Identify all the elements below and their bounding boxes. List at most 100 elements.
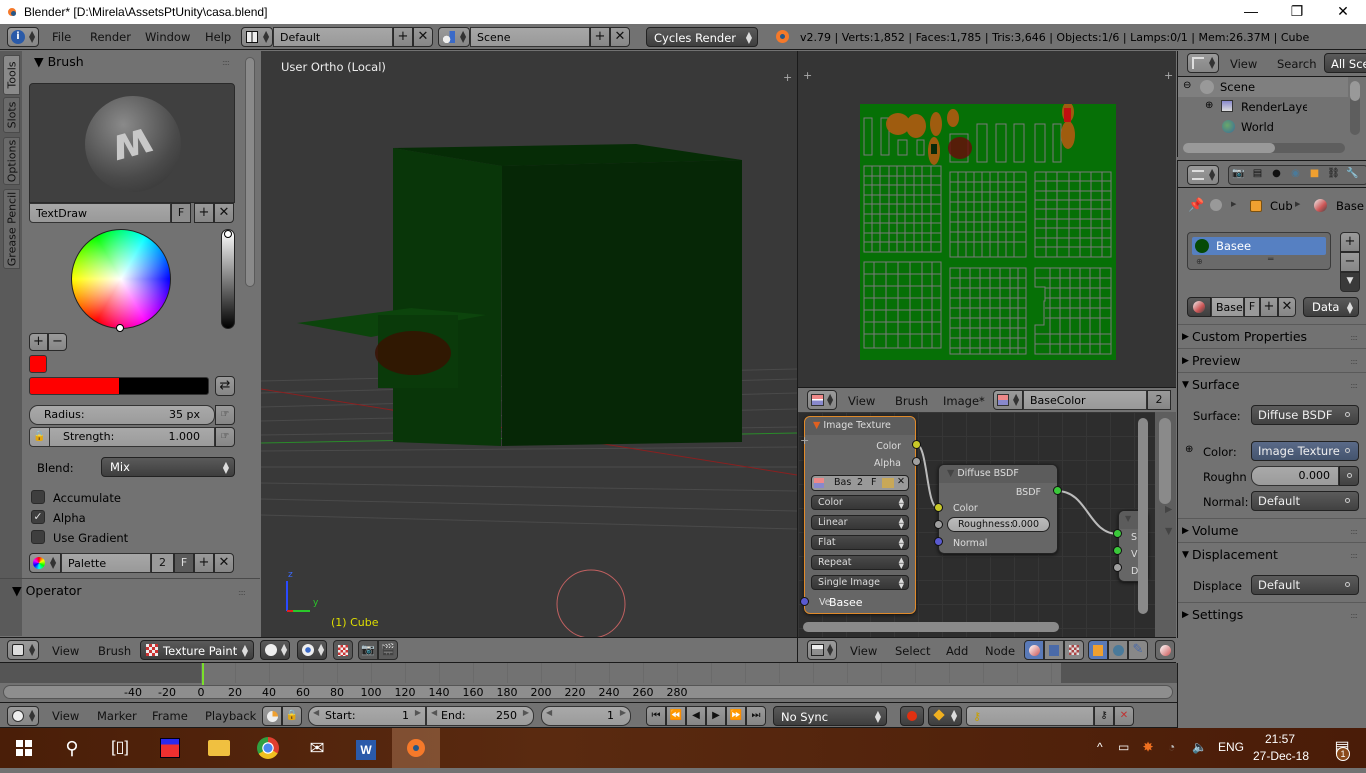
start-frame-field[interactable]: ◀ Start: 1 ▶ bbox=[308, 706, 426, 726]
auto-keying-record-button[interactable] bbox=[900, 706, 924, 726]
collapse-scene-icon[interactable]: ⊖ bbox=[1183, 80, 1191, 91]
timeline[interactable]: -40 -20 0 20 40 60 80 100 120 140 160 180 200 220 240 2… bbox=[0, 663, 1177, 703]
scene-field[interactable]: Scene bbox=[470, 27, 590, 47]
expand-render-layers-icon[interactable]: ⊕ bbox=[1205, 100, 1213, 111]
minimize-button[interactable]: — bbox=[1228, 0, 1274, 24]
viewport-shading-dropdown[interactable]: ▲ ▼ bbox=[260, 640, 290, 660]
input-language[interactable]: ENG bbox=[1218, 740, 1244, 754]
outliner-vertical-scrollbar-track[interactable] bbox=[1350, 81, 1360, 135]
image-vector-input-socket[interactable] bbox=[800, 597, 809, 606]
section-custom-properties[interactable]: ▶ Custom Properties:::: bbox=[1178, 324, 1366, 348]
menu-view[interactable]: View bbox=[848, 394, 875, 408]
roughness-slider[interactable]: 0.000 bbox=[1251, 466, 1339, 486]
object-tab-icon[interactable]: ■ bbox=[1305, 165, 1324, 185]
menu-image[interactable]: Image* bbox=[943, 394, 985, 408]
diffuse-bsdf-node[interactable]: ▼ Diffuse BSDF BSDF Color Roughness: 0.0… bbox=[938, 464, 1058, 554]
value-slider-cursor[interactable] bbox=[224, 230, 232, 238]
normal-input-field[interactable]: Default bbox=[1251, 491, 1359, 511]
new-material-button[interactable]: + bbox=[1260, 297, 1278, 317]
menu-view[interactable]: View bbox=[52, 709, 79, 723]
clock-time[interactable]: 21:57 bbox=[1265, 732, 1295, 746]
brush-color-gradient[interactable] bbox=[29, 377, 209, 395]
panel-drag-grip[interactable]: :::: bbox=[222, 58, 230, 67]
node-toolbar-toggle-icon[interactable]: + bbox=[800, 434, 809, 447]
unlink-palette-button[interactable]: ✕ bbox=[214, 553, 234, 573]
material-browse-button[interactable] bbox=[1155, 640, 1175, 660]
menu-brush[interactable]: Brush bbox=[895, 394, 928, 408]
file-explorer-icon[interactable] bbox=[195, 728, 243, 768]
lock-icon[interactable]: 🔒 bbox=[30, 428, 50, 446]
diffuse-normal-input-socket[interactable] bbox=[934, 537, 943, 546]
diffuse-bsdf-output-socket[interactable] bbox=[1053, 486, 1062, 495]
tab-options[interactable]: Options bbox=[3, 137, 20, 185]
constraints-tab-icon[interactable]: ⛓ bbox=[1324, 165, 1343, 185]
menu-search[interactable]: Search bbox=[1277, 57, 1317, 71]
editor-type-node-button[interactable]: ▲ ▼ bbox=[807, 640, 837, 660]
editor-type-3d-view-button[interactable]: ▲ ▼ bbox=[7, 640, 39, 660]
palette-users-count[interactable]: 2 bbox=[151, 553, 174, 573]
menu-help[interactable]: Help bbox=[205, 30, 231, 44]
search-icon[interactable]: ⚲ bbox=[48, 728, 96, 768]
image-editor-properties-toggle-icon[interactable]: + bbox=[1164, 69, 1173, 82]
scene-tab-icon[interactable]: ● bbox=[1267, 165, 1286, 185]
menu-brush[interactable]: Brush bbox=[98, 644, 131, 658]
menu-render[interactable]: Render bbox=[90, 30, 131, 44]
section-displacement[interactable]: ▼ Displacement:::: bbox=[1178, 542, 1366, 566]
tab-tools[interactable]: Tools bbox=[3, 55, 20, 95]
material-name-field[interactable]: Base bbox=[1211, 297, 1244, 317]
material-slot-row[interactable]: Basee bbox=[1192, 237, 1326, 255]
output-surface-socket[interactable] bbox=[1113, 529, 1122, 538]
editor-type-info-button[interactable]: i ▲ ▼ bbox=[7, 27, 39, 47]
editor-type-timeline-button[interactable]: ▲ ▼ bbox=[7, 706, 39, 726]
displacement-input-field[interactable]: Default bbox=[1251, 575, 1359, 595]
show-hidden-icons[interactable]: ^ bbox=[1097, 740, 1103, 754]
unlink-brush-button[interactable]: ✕ bbox=[214, 203, 234, 223]
menu-marker[interactable]: Marker bbox=[97, 709, 137, 723]
editor-type-properties-button[interactable]: ▲ ▼ bbox=[1187, 165, 1219, 185]
line-style-shader-tab[interactable]: ✎ bbox=[1128, 640, 1148, 660]
color-space-dropdown[interactable]: Color ▲ ▼ bbox=[811, 495, 909, 510]
blender-taskbar-icon[interactable] bbox=[392, 728, 440, 768]
viewport-expand-icon[interactable]: + bbox=[783, 71, 792, 84]
chrome-icon[interactable] bbox=[244, 728, 292, 768]
menu-add[interactable]: Add bbox=[946, 644, 968, 658]
battery-icon[interactable]: ▭ bbox=[1118, 740, 1129, 754]
section-settings[interactable]: ▶ Settings:::: bbox=[1178, 602, 1366, 626]
expand-color-input-icon[interactable]: ⊕ bbox=[1185, 444, 1193, 455]
menu-view[interactable]: View bbox=[1230, 57, 1257, 71]
editor-type-image-button[interactable]: ▲ ▼ bbox=[807, 390, 837, 410]
node-header[interactable]: ▼ Image Texture bbox=[805, 417, 915, 435]
operator-panel-header[interactable]: ▼ Operator bbox=[12, 583, 82, 598]
section-volume[interactable]: ▶ Volume:::: bbox=[1178, 518, 1366, 542]
timeline-scrollbar[interactable] bbox=[3, 685, 1173, 699]
source-dropdown[interactable]: Single Image ▲ ▼ bbox=[811, 575, 909, 590]
open-image-icon[interactable] bbox=[882, 478, 894, 488]
use-preview-range-toggle[interactable] bbox=[262, 706, 282, 726]
radius-pressure-icon[interactable]: ☞ bbox=[215, 405, 235, 425]
screen-layout-field[interactable]: Default bbox=[273, 27, 393, 47]
opengl-render-image-icon[interactable]: 📷 bbox=[358, 640, 378, 660]
jump-to-end-icon[interactable]: ⏭ bbox=[746, 706, 766, 726]
diffuse-color-input-socket[interactable] bbox=[934, 503, 943, 512]
new-brush-button[interactable]: + bbox=[194, 203, 214, 223]
brush-name-field[interactable]: TextDraw bbox=[29, 203, 171, 223]
image-name-field[interactable]: BaseColor bbox=[1023, 390, 1147, 410]
breadcrumb-material[interactable]: Base bbox=[1336, 199, 1364, 213]
volume-icon[interactable]: 🔈 bbox=[1192, 740, 1207, 754]
roughness-link-button[interactable] bbox=[1339, 466, 1359, 486]
keying-mode-dropdown[interactable]: ▲ ▼ bbox=[928, 706, 962, 726]
insert-keyframe-icon[interactable]: ⚷ bbox=[1094, 706, 1114, 726]
material-fake-user-toggle[interactable]: F bbox=[1244, 297, 1260, 317]
material-specials-menu[interactable]: ▼ bbox=[1340, 272, 1360, 292]
image-users-count[interactable]: 2 bbox=[1147, 390, 1171, 410]
restore-button[interactable]: ❐ bbox=[1274, 0, 1320, 24]
tab-slots[interactable]: Slots bbox=[3, 97, 20, 133]
sidebar-expand-icon[interactable]: ▶ bbox=[1165, 504, 1172, 515]
current-frame-indicator[interactable] bbox=[202, 663, 204, 685]
current-frame-field[interactable]: ◀ 1 ▶ bbox=[541, 706, 631, 726]
brush-preview[interactable]: ʍ bbox=[29, 83, 235, 203]
avast-icon[interactable]: ✸ bbox=[1143, 740, 1153, 754]
task-view-icon[interactable]: [▯] bbox=[96, 728, 144, 768]
scene-selector[interactable]: ▲ ▼ bbox=[438, 27, 470, 47]
render-engine-dropdown[interactable]: Cycles Render ▲ ▼ bbox=[646, 27, 758, 47]
